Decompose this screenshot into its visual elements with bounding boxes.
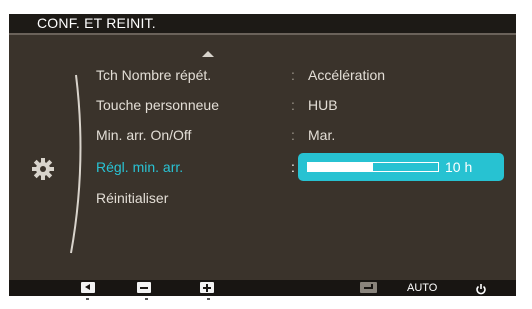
menu-item-colon: : <box>291 159 295 175</box>
menu-item-min-arr-on-off[interactable]: Min. arr. On/Off : Mar. <box>9 124 516 146</box>
control-bar: AUTO <box>9 280 516 296</box>
arrow-up-icon[interactable] <box>202 51 214 57</box>
menu-item-label: Réinitialiser <box>96 190 169 206</box>
button-marker <box>86 298 89 300</box>
menu-item-tch-nombre-repet[interactable]: Tch Nombre répét. : Accélération <box>9 64 516 86</box>
left-arrow-icon <box>81 282 95 293</box>
left-button[interactable] <box>81 282 95 294</box>
menu-item-value: HUB <box>308 97 338 113</box>
plus-icon <box>200 282 214 293</box>
button-markers <box>0 298 532 306</box>
auto-button[interactable]: AUTO <box>407 282 437 294</box>
menu-title: CONF. ET REINIT. <box>37 15 156 31</box>
plus-button[interactable] <box>200 282 214 294</box>
minus-button[interactable] <box>137 282 151 294</box>
enter-button[interactable] <box>360 282 377 294</box>
osd-menu: CONF. ET REINIT. Tch Nombre répét. : Acc… <box>9 14 516 296</box>
power-icon <box>476 284 486 295</box>
menu-item-regl-min-arr[interactable]: Régl. min. arr. : <box>9 156 516 178</box>
button-marker <box>207 298 210 300</box>
minus-icon <box>137 282 151 293</box>
menu-item-label: Tch Nombre répét. <box>96 67 212 83</box>
button-marker <box>145 298 148 300</box>
menu-item-colon: : <box>291 97 295 113</box>
menu-item-value: Accélération <box>308 67 386 83</box>
title-divider <box>9 33 516 35</box>
menu-item-reinitialiser[interactable]: Réinitialiser <box>9 187 516 209</box>
menu-item-value: Mar. <box>308 127 336 143</box>
enter-icon <box>360 282 377 293</box>
menu-item-label: Régl. min. arr. <box>96 159 184 175</box>
menu-item-colon: : <box>291 67 295 83</box>
menu-item-label: Min. arr. On/Off <box>96 127 192 143</box>
menu-item-touche-personneue[interactable]: Touche personneue : HUB <box>9 94 516 116</box>
menu-item-colon: : <box>291 127 295 143</box>
menu-item-label: Touche personneue <box>96 97 219 113</box>
power-button[interactable] <box>475 282 487 295</box>
title-bar: CONF. ET REINIT. <box>9 14 516 33</box>
